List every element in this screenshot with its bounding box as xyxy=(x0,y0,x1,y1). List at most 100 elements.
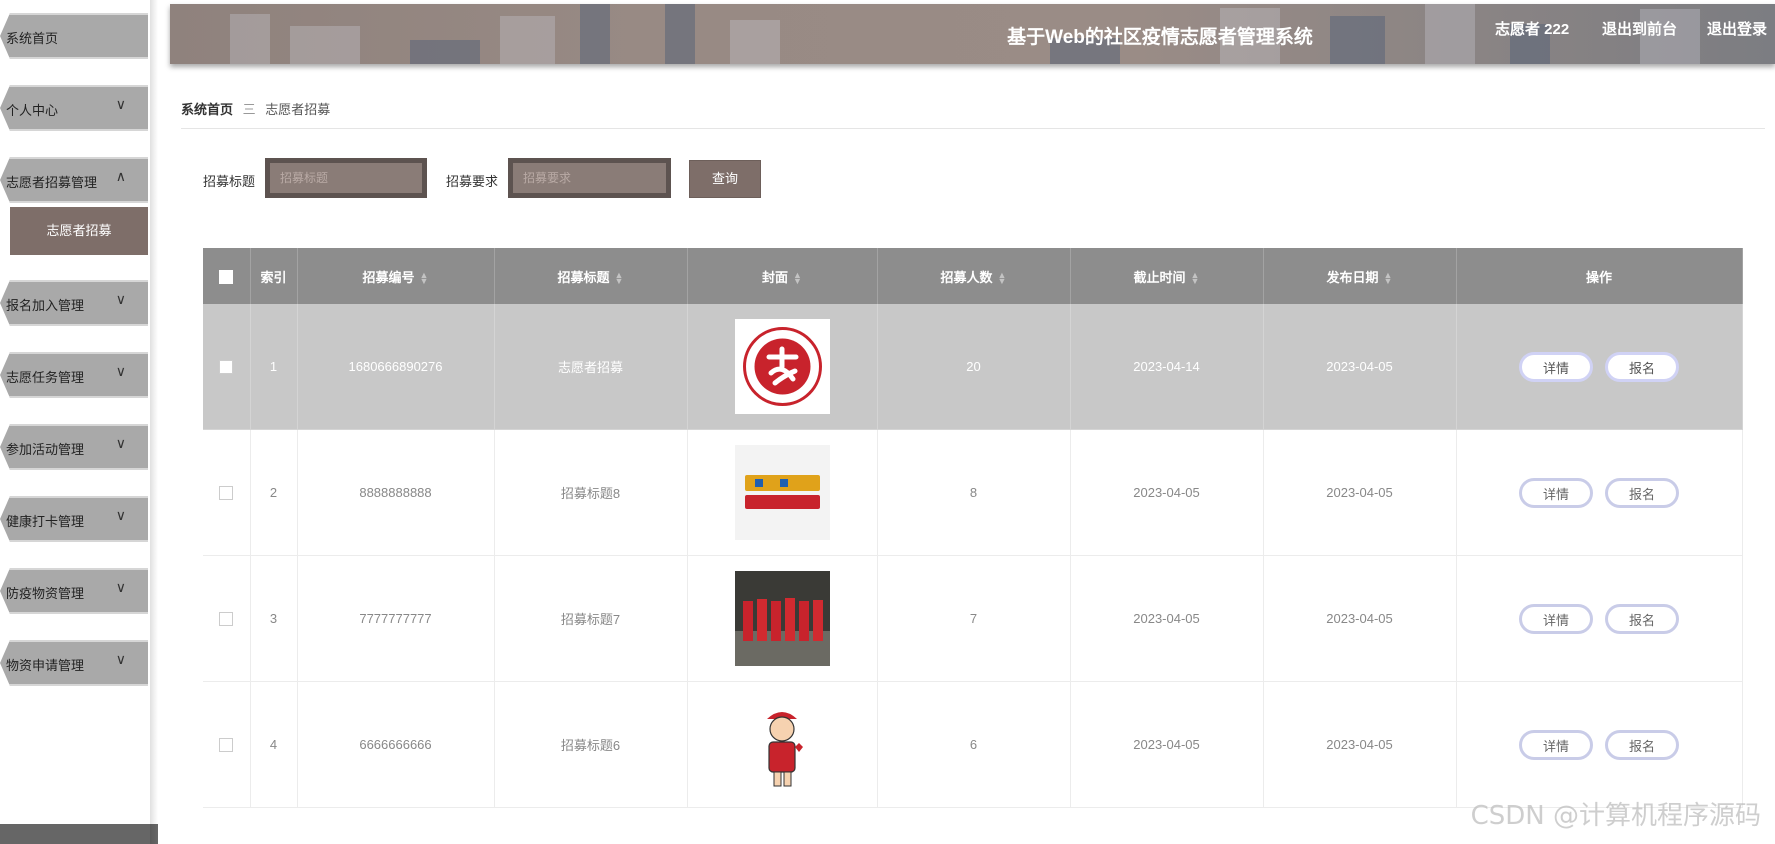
cell-cover xyxy=(687,681,878,808)
search-req-wrapper xyxy=(508,158,671,198)
sidebar-item-label: 报名加入管理 xyxy=(6,298,85,313)
cell-count: 8 xyxy=(877,429,1071,556)
cell-cover xyxy=(687,429,878,556)
table-row[interactable]: 3 7777777777 招募标题7 7 2023-04-05 2023-04-… xyxy=(203,555,1743,682)
cell-deadline: 2023-04-05 xyxy=(1070,429,1264,556)
sidebar-item-apply-mgmt[interactable]: 物资申请管理 ∨ xyxy=(0,640,148,686)
column-header-title[interactable]: 招募标题 ▲ ▼ xyxy=(494,248,688,304)
sort-icon[interactable]: ▲ ▼ xyxy=(615,271,624,286)
sidebar-item-activity-mgmt[interactable]: 参加活动管理 ∨ xyxy=(0,424,148,470)
signup-button[interactable]: 报名 xyxy=(1605,477,1679,508)
sidebar: 系统首页 个人中心 ∨ 志愿者招募管理 ∧ 志愿者招募 报名加入管理 ∨ 志愿任… xyxy=(0,0,158,844)
search-title-wrapper xyxy=(265,158,427,198)
detail-button[interactable]: 详情 xyxy=(1519,351,1593,382)
sidebar-item-task-mgmt[interactable]: 志愿任务管理 ∨ xyxy=(0,352,148,398)
sidebar-item-profile[interactable]: 个人中心 ∨ xyxy=(0,85,148,131)
cell-title: 招募标题6 xyxy=(494,681,688,808)
signup-button[interactable]: 报名 xyxy=(1605,603,1679,634)
volunteer-cartoon-icon xyxy=(734,697,830,792)
column-header-index: 索引 xyxy=(250,248,298,304)
youth-volunteer-day-icon xyxy=(734,445,830,540)
cell-index: 2 xyxy=(250,429,298,556)
sidebar-item-supplies-mgmt[interactable]: 防疫物资管理 ∨ xyxy=(0,568,148,614)
chevron-down-icon: ∨ xyxy=(115,96,126,112)
sidebar-item-label: 系统首页 xyxy=(6,31,59,46)
detail-button[interactable]: 详情 xyxy=(1519,477,1593,508)
cell-code: 7777777777 xyxy=(297,555,495,682)
column-header-code[interactable]: 招募编号 ▲ ▼ xyxy=(297,248,495,304)
column-header-deadline[interactable]: 截止时间 ▲ ▼ xyxy=(1070,248,1264,304)
table-header-row: 索引 招募编号 ▲ ▼ 招募标题 ▲ ▼ 封面 ▲ ▼ 招募人数 ▲ ▼ 截止时间 ▲ ▼ 发布日期… xyxy=(203,248,1743,304)
search-req-label: 招募要求 xyxy=(446,174,499,189)
cell-actions: 详情 报名 xyxy=(1456,681,1743,808)
exit-to-front-link[interactable]: 退出到前台 xyxy=(1602,18,1677,39)
cell-title: 招募标题7 xyxy=(494,555,688,682)
sort-icon[interactable]: ▲ ▼ xyxy=(1191,271,1200,286)
detail-button[interactable]: 详情 xyxy=(1519,729,1593,760)
breadcrumb: 系统首页 三 志愿者招募 xyxy=(181,99,330,118)
cell-index: 4 xyxy=(250,681,298,808)
sidebar-item-label: 志愿任务管理 xyxy=(6,370,85,385)
cell-count: 7 xyxy=(877,555,1071,682)
column-header-cover[interactable]: 封面 ▲ ▼ xyxy=(687,248,878,304)
cell-cover xyxy=(687,555,878,682)
search-title-input[interactable] xyxy=(270,163,422,193)
header-banner: 基于Web的社区疫情志愿者管理系统 志愿者 222 退出到前台 退出登录 xyxy=(170,4,1775,64)
cell-title: 志愿者招募 xyxy=(494,304,688,430)
breadcrumb-separator: 三 xyxy=(242,102,256,117)
sidebar-item-health-mgmt[interactable]: 健康打卡管理 ∨ xyxy=(0,496,148,542)
table-row[interactable]: 4 6666666666 招募标题6 6 2023-04-05 2023-04-… xyxy=(203,681,1743,808)
cell-code: 8888888888 xyxy=(297,429,495,556)
column-header-actions: 操作 xyxy=(1456,248,1743,304)
sidebar-item-recruit-mgmt[interactable]: 志愿者招募管理 ∧ xyxy=(0,157,148,203)
sidebar-shadow xyxy=(150,0,158,844)
cell-index: 1 xyxy=(250,304,298,430)
chevron-down-icon: ∨ xyxy=(115,579,126,595)
sort-icon[interactable]: ▲ ▼ xyxy=(420,271,429,286)
sidebar-item-label: 物资申请管理 xyxy=(6,658,85,673)
watermark: CSDN @计算机程序源码 xyxy=(1470,801,1761,831)
cell-deadline: 2023-04-05 xyxy=(1070,555,1264,682)
cell-published: 2023-04-05 xyxy=(1263,304,1457,430)
row-checkbox[interactable] xyxy=(219,612,234,627)
chevron-down-icon: ∨ xyxy=(115,291,126,307)
sidebar-item-label: 防疫物资管理 xyxy=(6,586,85,601)
row-checkbox[interactable] xyxy=(219,360,234,375)
chevron-down-icon: ∨ xyxy=(115,435,126,451)
sort-icon[interactable]: ▲ ▼ xyxy=(998,271,1007,286)
column-header-published[interactable]: 发布日期 ▲ ▼ xyxy=(1263,248,1457,304)
sidebar-item-signup-mgmt[interactable]: 报名加入管理 ∨ xyxy=(0,280,148,326)
logout-link[interactable]: 退出登录 xyxy=(1707,18,1767,39)
row-checkbox[interactable] xyxy=(219,738,234,753)
recruit-table: 索引 招募编号 ▲ ▼ 招募标题 ▲ ▼ 封面 ▲ ▼ 招募人数 ▲ ▼ 截止时间 ▲ ▼ 发布日期… xyxy=(203,248,1743,808)
signup-button[interactable]: 报名 xyxy=(1605,729,1679,760)
signup-button[interactable]: 报名 xyxy=(1605,351,1679,382)
table-row[interactable]: 1 1680666890276 志愿者招募 20 2023-04-14 2023… xyxy=(203,304,1743,430)
breadcrumb-current: 志愿者招募 xyxy=(265,102,331,117)
select-all-checkbox[interactable] xyxy=(219,269,234,284)
chevron-down-icon: ∨ xyxy=(115,363,126,379)
row-checkbox[interactable] xyxy=(219,486,234,501)
cell-code: 6666666666 xyxy=(297,681,495,808)
cell-count: 6 xyxy=(877,681,1071,808)
table-row[interactable]: 2 8888888888 招募标题8 8 2023-04-05 2023-04-… xyxy=(203,429,1743,556)
cell-deadline: 2023-04-14 xyxy=(1070,304,1264,430)
cell-published: 2023-04-05 xyxy=(1263,429,1457,556)
sort-icon[interactable]: ▲ ▼ xyxy=(793,271,802,286)
sidebar-item-home[interactable]: 系统首页 xyxy=(0,13,148,59)
sidebar-subitem-recruit[interactable]: 志愿者招募 xyxy=(10,207,148,255)
column-header-count[interactable]: 招募人数 ▲ ▼ xyxy=(877,248,1071,304)
sort-icon[interactable]: ▲ ▼ xyxy=(1384,271,1393,286)
sidebar-item-label: 健康打卡管理 xyxy=(6,514,85,529)
search-req-input[interactable] xyxy=(513,163,666,193)
detail-button[interactable]: 详情 xyxy=(1519,603,1593,634)
search-button[interactable]: 查询 xyxy=(689,160,761,198)
cell-actions: 详情 报名 xyxy=(1456,429,1743,556)
breadcrumb-home[interactable]: 系统首页 xyxy=(181,102,233,117)
sidebar-footer xyxy=(0,824,158,844)
sidebar-item-label: 参加活动管理 xyxy=(6,442,85,457)
select-all-cell xyxy=(203,248,251,304)
app-title: 基于Web的社区疫情志愿者管理系统 xyxy=(1007,27,1313,48)
volunteer-logo-icon xyxy=(734,319,830,414)
cell-published: 2023-04-05 xyxy=(1263,555,1457,682)
